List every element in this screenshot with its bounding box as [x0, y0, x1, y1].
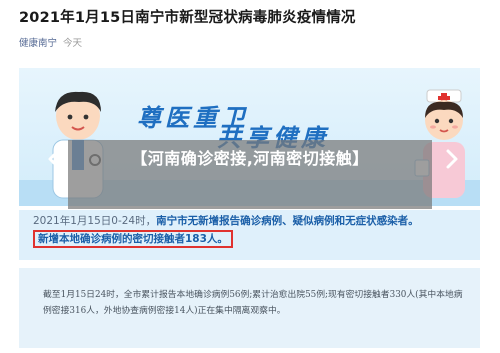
article-meta: 健康南宁 今天 — [19, 35, 82, 49]
chevron-right-icon[interactable] — [440, 148, 462, 170]
chevron-left-icon[interactable] — [44, 148, 66, 170]
detail-text: 截至1月15日24时，全市累计报告本地确诊病例56例;累计治愈出院55例;现有密… — [43, 290, 463, 316]
notice-lead: 2021年1月15日0-24时， — [33, 215, 157, 227]
notice-text: 2021年1月15日0-24时，南宁市无新增报告确诊病例、疑似病例和无症状感染者… — [33, 213, 473, 248]
publish-time: 今天 — [63, 38, 83, 49]
article-title: 2021年1月15日南宁市新型冠状病毒肺炎疫情情况 — [19, 10, 356, 26]
detail-box: 截至1月15日24时，全市累计报告本地确诊病例56例;累计治愈出院55例;现有密… — [19, 268, 480, 348]
caption-text: 【河南确诊密接,河南密切接触】 — [131, 149, 369, 168]
notice-highlight: 新增本地确诊病例的密切接触者183人。 — [38, 233, 228, 245]
account-name-link[interactable]: 健康南宁 — [19, 35, 57, 49]
notice-body: 南宁市无新增报告确诊病例、疑似病例和无症状感染者。 — [156, 215, 419, 227]
notice-box: 2021年1月15日0-24时，南宁市无新增报告确诊病例、疑似病例和无症状感染者… — [19, 210, 480, 260]
caption-overlay: 【河南确诊密接,河南密切接触】 — [68, 140, 432, 209]
highlight-box: 新增本地确诊病例的密切接触者183人。 — [33, 230, 233, 248]
